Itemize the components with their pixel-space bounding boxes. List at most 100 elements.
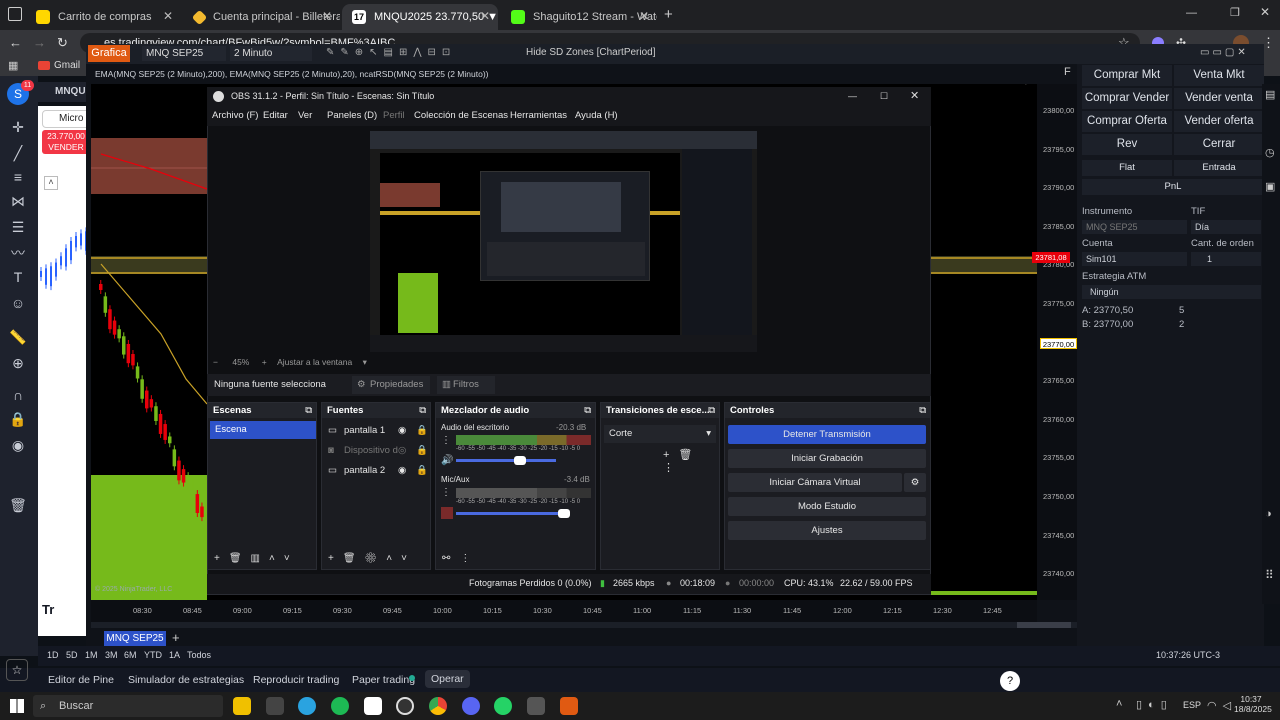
lock-icon[interactable]: 🔒 xyxy=(416,465,428,476)
close-tab-icon[interactable]: ✕ xyxy=(163,9,173,23)
undock-icon[interactable]: ⧉ xyxy=(919,403,926,418)
nt-hide-zones[interactable]: Hide SD Zones [ChartPeriod] xyxy=(526,47,656,58)
obs-maximize-icon[interactable]: ☐ xyxy=(880,87,888,106)
virtual-cam-settings-icon[interactable]: ⚙ xyxy=(904,473,926,492)
zoom-minus-icon[interactable]: − xyxy=(213,357,218,367)
nt-scrollbar[interactable] xyxy=(91,622,1077,628)
file-explorer-icon[interactable] xyxy=(233,697,251,715)
range-6m[interactable]: 6M xyxy=(124,650,137,660)
add-tab-icon[interactable]: + xyxy=(172,630,180,645)
app-icon[interactable] xyxy=(266,697,284,715)
side-tool-icon[interactable]: ◷ xyxy=(1265,146,1275,159)
tv-sell-button[interactable]: 23.770,00 VENDER xyxy=(42,130,90,154)
obs-taskbar-icon[interactable] xyxy=(396,697,414,715)
reverse-button[interactable]: Rev xyxy=(1082,134,1172,155)
visibility-hidden-icon[interactable]: ◎ xyxy=(398,445,406,456)
forward-icon[interactable]: → xyxy=(33,35,46,50)
ruler-icon[interactable]: 📏 xyxy=(9,328,27,346)
source-item[interactable]: ▭ pantalla 1 ◉ 🔒 xyxy=(328,425,428,439)
close-position-button[interactable]: Cerrar xyxy=(1174,134,1264,155)
channel-menu-icon[interactable]: ⋮ xyxy=(441,435,451,446)
undock-icon[interactable]: ⧉ xyxy=(419,403,426,418)
transition-select[interactable]: Corte ▾ xyxy=(604,425,716,443)
crosshair-icon[interactable]: ✛ xyxy=(9,118,27,136)
tray-icons[interactable]: ▯◐▯ xyxy=(1136,698,1173,711)
apps-grid-icon[interactable]: ▦ xyxy=(8,59,18,72)
taskbar-clock[interactable]: 10:37 18/8/2025 xyxy=(1234,694,1272,714)
tv-help-icon[interactable]: ? xyxy=(1000,671,1020,691)
source-item[interactable]: ▭ pantalla 2 ◉ 🔒 xyxy=(328,465,428,479)
obs-minimize-icon[interactable]: — xyxy=(848,87,857,106)
obs-preview[interactable] xyxy=(370,131,757,352)
menu-docks[interactable]: Paneles (D) xyxy=(327,110,377,121)
atm-select[interactable]: Ningún xyxy=(1082,285,1261,299)
scene-toolbar-icons[interactable]: +🗑▥˄˅ xyxy=(214,553,299,564)
channel-menu-icon[interactable]: ⋮ xyxy=(441,487,451,498)
filters-button[interactable]: ▥ Filtros xyxy=(437,376,495,394)
browser-tab-tradingview[interactable]: 17MNQU2025 23.770,50 ▼ −0.14✕ xyxy=(342,4,498,30)
tray-chevron-icon[interactable]: ˄ xyxy=(1116,698,1122,710)
undock-icon[interactable]: ⧉ xyxy=(584,403,591,418)
taskbar-search[interactable]: ⌕ Buscar xyxy=(33,695,223,717)
tv-symbol[interactable]: MNQU xyxy=(37,82,89,102)
side-tool-icon[interactable]: ◑ xyxy=(1265,508,1272,520)
range-ytd[interactable]: YTD xyxy=(144,650,162,660)
account-select[interactable]: Sim101 xyxy=(1082,252,1187,266)
bookmark-gmail[interactable]: Gmail xyxy=(54,60,80,71)
browser-tab-cart[interactable]: Carrito de compras ✕ xyxy=(26,4,181,30)
nt-chart-tab[interactable]: Grafica xyxy=(88,45,130,62)
maximize-icon[interactable]: ❐ xyxy=(1230,6,1240,19)
reload-icon[interactable]: ↻ xyxy=(57,35,68,51)
trendline-icon[interactable]: ╱ xyxy=(9,144,27,162)
source-item[interactable]: ◙ Dispositivo d ◎ 🔒 xyxy=(328,445,428,459)
side-tool-icon[interactable]: ▤ xyxy=(1265,88,1275,101)
new-tab-icon[interactable]: + xyxy=(664,6,673,23)
nt-tool-icons[interactable]: ✎✎⊕↖▤⊞⋀⊟⊡ xyxy=(326,47,456,58)
minimize-icon[interactable]: — xyxy=(1186,7,1197,19)
undock-icon[interactable]: ⧉ xyxy=(305,403,312,418)
tab-paper-trading[interactable]: Paper trading xyxy=(352,674,415,686)
studio-mode-button[interactable]: Modo Estudio xyxy=(728,497,926,516)
discord-icon[interactable] xyxy=(462,697,480,715)
trash-icon[interactable]: 🗑 xyxy=(9,496,27,514)
fit-dropdown-icon[interactable]: ▾ xyxy=(363,357,367,367)
nt-window-controls[interactable]: ▭▭▢✕ xyxy=(1200,47,1260,60)
desktop-volume-slider[interactable] xyxy=(456,456,556,465)
lock-icon[interactable]: 🔒 xyxy=(9,410,27,428)
menu-view[interactable]: Ver xyxy=(298,110,312,121)
menu-file[interactable]: Archivo (F) xyxy=(212,110,258,121)
menu-profile[interactable]: Perfil xyxy=(383,110,405,121)
visibility-eye-icon[interactable]: ◉ xyxy=(398,465,406,476)
range-all[interactable]: Todos xyxy=(187,650,211,660)
brush-icon[interactable]: 〰 xyxy=(9,244,27,262)
stop-stream-button[interactable]: Detener Transmisión xyxy=(728,425,926,444)
tv-collapse-icon[interactable]: ˄ xyxy=(44,176,58,190)
slider-thumb[interactable] xyxy=(558,509,570,518)
obs-close-icon[interactable]: ✕ xyxy=(910,87,919,106)
lock-icon[interactable]: 🔒 xyxy=(416,445,428,456)
telegram-icon[interactable] xyxy=(298,697,316,715)
tif-select[interactable]: Día xyxy=(1191,220,1261,234)
notion-icon[interactable] xyxy=(364,697,382,715)
windows-start-icon[interactable] xyxy=(10,699,24,713)
mic-muted-icon[interactable] xyxy=(441,507,453,519)
buy-ask-button[interactable]: Comprar Oferta xyxy=(1082,111,1172,132)
tab-replay[interactable]: Reproducir trading xyxy=(253,674,339,686)
back-arrow-icon[interactable]: ← xyxy=(1021,84,1035,88)
close-window-icon[interactable]: ✕ xyxy=(1260,5,1270,19)
scene-item[interactable]: Escena xyxy=(210,421,316,439)
instrument-select[interactable]: MNQ SEP25 xyxy=(1082,220,1187,234)
undock-icon[interactable]: ⧉ xyxy=(708,403,715,418)
sell-market-button[interactable]: Venta Mkt xyxy=(1174,65,1264,86)
ninjatrader-icon[interactable] xyxy=(560,697,578,715)
start-virtual-cam-button[interactable]: Iniciar Cámara Virtual xyxy=(728,473,902,492)
fib-icon[interactable]: ≡ xyxy=(9,168,27,186)
nt-interval-select[interactable]: 2 Minuto xyxy=(230,46,312,61)
tab-strategy-tester[interactable]: Simulador de estrategias xyxy=(128,674,244,686)
language-indicator[interactable]: ESP xyxy=(1183,700,1201,710)
transition-toolbar-icons[interactable]: +🗑⋮ xyxy=(663,448,719,474)
sell-ask-button[interactable]: Vender oferta xyxy=(1174,111,1264,132)
menu-tools[interactable]: Herramientas xyxy=(510,110,567,121)
settings-button[interactable]: Ajustes xyxy=(728,521,926,540)
zoom-plus-icon[interactable]: + xyxy=(262,357,267,367)
